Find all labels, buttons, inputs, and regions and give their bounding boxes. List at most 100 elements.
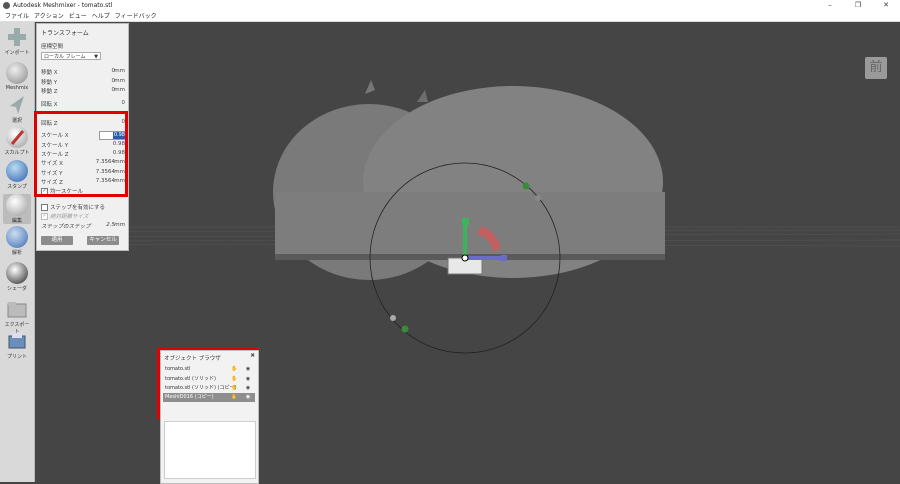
menu-view[interactable]: ビュー [69, 11, 87, 20]
stamp-icon [6, 160, 28, 182]
menu-actions[interactable]: アクション [34, 11, 64, 20]
checkbox-label: 絶対距離サイズ [50, 214, 89, 220]
move-y-row[interactable]: 移動 Y 0 mm [41, 78, 125, 86]
menu-bar: ファイル アクション ビュー ヘルプ フィードバック [0, 10, 900, 22]
minimize-button[interactable]: – [816, 0, 844, 10]
translate-x-handle[interactable] [501, 255, 507, 261]
item-name: tomato.stl (ソリッド) (コピー) [165, 385, 237, 391]
cancel-button[interactable]: キャンセル [87, 236, 119, 245]
field-label: 回転 X [41, 102, 58, 108]
eye-icon[interactable]: ◉ [245, 394, 251, 400]
tool-label: シェーダ [6, 286, 27, 292]
field-label: ステップのステップ [41, 224, 91, 230]
hand-icon[interactable]: ✋ [231, 376, 237, 382]
tool-sculpt[interactable]: スカルプト [3, 126, 31, 156]
panel-title: トランスフォーム [41, 30, 89, 37]
menu-file[interactable]: ファイル [5, 11, 29, 20]
app-icon [3, 1, 10, 9]
view-cube-front[interactable]: 前 [865, 57, 887, 79]
list-item[interactable]: tomato.stl ✋ ◉ [163, 365, 255, 374]
snap-step-checkbox[interactable]: ステップを有効にする [41, 203, 105, 211]
tool-shaders[interactable]: シェーダ [3, 262, 31, 292]
step-size-row[interactable]: ステップのステップ 2.5 mm [41, 222, 125, 230]
eye-icon[interactable]: ◉ [245, 366, 251, 372]
field-value[interactable]: 0 [122, 100, 126, 106]
tool-print[interactable]: プリント [3, 330, 31, 360]
list-item[interactable]: tomato.stl (ソリッド) (コピー) ✋ ◉ [163, 384, 255, 393]
highlight-scale-size [34, 111, 128, 197]
apply-button[interactable]: 適用 [41, 236, 73, 245]
cursor-arrow-icon [6, 94, 28, 116]
tool-select[interactable]: 選択 [3, 94, 31, 124]
rotate-handle-top-alt[interactable] [535, 195, 541, 201]
field-unit: mm [114, 87, 125, 93]
tool-label: スカルプト [4, 150, 30, 156]
checkbox-empty-icon [41, 204, 48, 211]
move-z-row[interactable]: 移動 Z 0 mm [41, 87, 125, 95]
object-browser: オブジェクト ブラウザ ✖ tomato.stl ✋ ◉ tomato.stl … [160, 350, 259, 484]
tool-edit[interactable]: 編集 [3, 194, 31, 224]
rotate-handle-bottom[interactable] [401, 325, 409, 333]
rotate-handle-top[interactable] [522, 182, 530, 190]
hand-icon[interactable]: ✋ [231, 385, 237, 391]
checkbox-label: ステップを有効にする [50, 205, 106, 211]
chevron-down-icon: ▼ [94, 54, 98, 60]
object-browser-empty-area [164, 421, 256, 479]
field-unit: mm [114, 78, 125, 84]
rotate-x-row[interactable]: 回転 X 0 [41, 100, 125, 108]
window-title: Autodesk Meshmixer - tomato.stl [13, 1, 113, 9]
tool-label: プリント [6, 354, 27, 360]
move-x-row[interactable]: 移動 X 0 mm [41, 68, 125, 76]
printer-icon [6, 330, 28, 352]
checkbox-disabled-icon: ✓ [41, 213, 48, 220]
maximize-button[interactable]: ❐ [844, 0, 872, 10]
rotate-handle-bottom-alt[interactable] [390, 315, 396, 321]
title-bar: Autodesk Meshmixer - tomato.stl – ❐ ✕ [0, 0, 900, 10]
tool-analysis[interactable]: 解析 [3, 226, 31, 256]
translate-y-handle[interactable] [462, 218, 469, 225]
close-icon[interactable]: ✖ [250, 353, 255, 359]
meshmix-icon [6, 62, 28, 84]
eye-icon[interactable]: ◉ [245, 385, 251, 391]
edit-spheres-icon [6, 194, 28, 216]
field-label: 移動 X [41, 70, 58, 76]
hand-icon[interactable]: ✋ [231, 394, 237, 400]
tool-label: Meshmix [5, 85, 29, 91]
tool-meshmix[interactable]: Meshmix [3, 62, 31, 91]
gizmo-center[interactable] [461, 254, 469, 262]
menu-help[interactable]: ヘルプ [92, 11, 110, 20]
field-label: 移動 Z [41, 89, 58, 95]
coord-space-label: 座標空間 [41, 44, 64, 50]
field-unit: mm [114, 222, 125, 228]
tool-label: 選択 [11, 118, 22, 124]
list-item[interactable]: tomato.stl (ソリッド) ✋ ◉ [163, 375, 255, 384]
coord-space-select[interactable]: ローカル フレーム ▼ [41, 52, 101, 60]
tool-label: 編集 [11, 218, 22, 224]
plus-icon [6, 26, 28, 48]
menu-feedback[interactable]: フィードバック [115, 11, 157, 20]
list-item-selected[interactable]: MeshID016 (コピー) ✋ ◉ [163, 393, 255, 402]
left-toolbar: インポート Meshmix 選択 スカルプト スタンプ 編集 解析 シェーダ エ… [0, 22, 35, 482]
hand-icon[interactable]: ✋ [231, 366, 237, 372]
window-controls: – ❐ ✕ [816, 0, 900, 10]
brush-icon [6, 126, 28, 148]
tool-import[interactable]: インポート [3, 26, 31, 56]
tool-label: 解析 [11, 250, 22, 256]
coord-space-value: ローカル フレーム [44, 54, 86, 60]
field-label: 移動 Y [41, 80, 58, 86]
item-name: tomato.stl [165, 366, 191, 372]
tool-label: インポート [4, 50, 30, 56]
absolute-size-checkbox[interactable]: ✓ 絶対距離サイズ [41, 212, 88, 220]
analysis-icon [6, 226, 28, 248]
tomato-mesh[interactable] [273, 80, 665, 280]
item-name: tomato.stl (ソリッド) [165, 376, 216, 382]
eye-icon[interactable]: ◉ [245, 376, 251, 382]
export-folder-icon [6, 298, 28, 320]
shader-sphere-icon [6, 262, 28, 284]
object-browser-title: オブジェクト ブラウザ [164, 356, 221, 362]
tool-stamp[interactable]: スタンプ [3, 160, 31, 190]
item-name: MeshID016 (コピー) [165, 394, 214, 400]
close-button[interactable]: ✕ [872, 0, 900, 10]
field-unit: mm [114, 68, 125, 74]
tool-label: スタンプ [7, 184, 27, 190]
